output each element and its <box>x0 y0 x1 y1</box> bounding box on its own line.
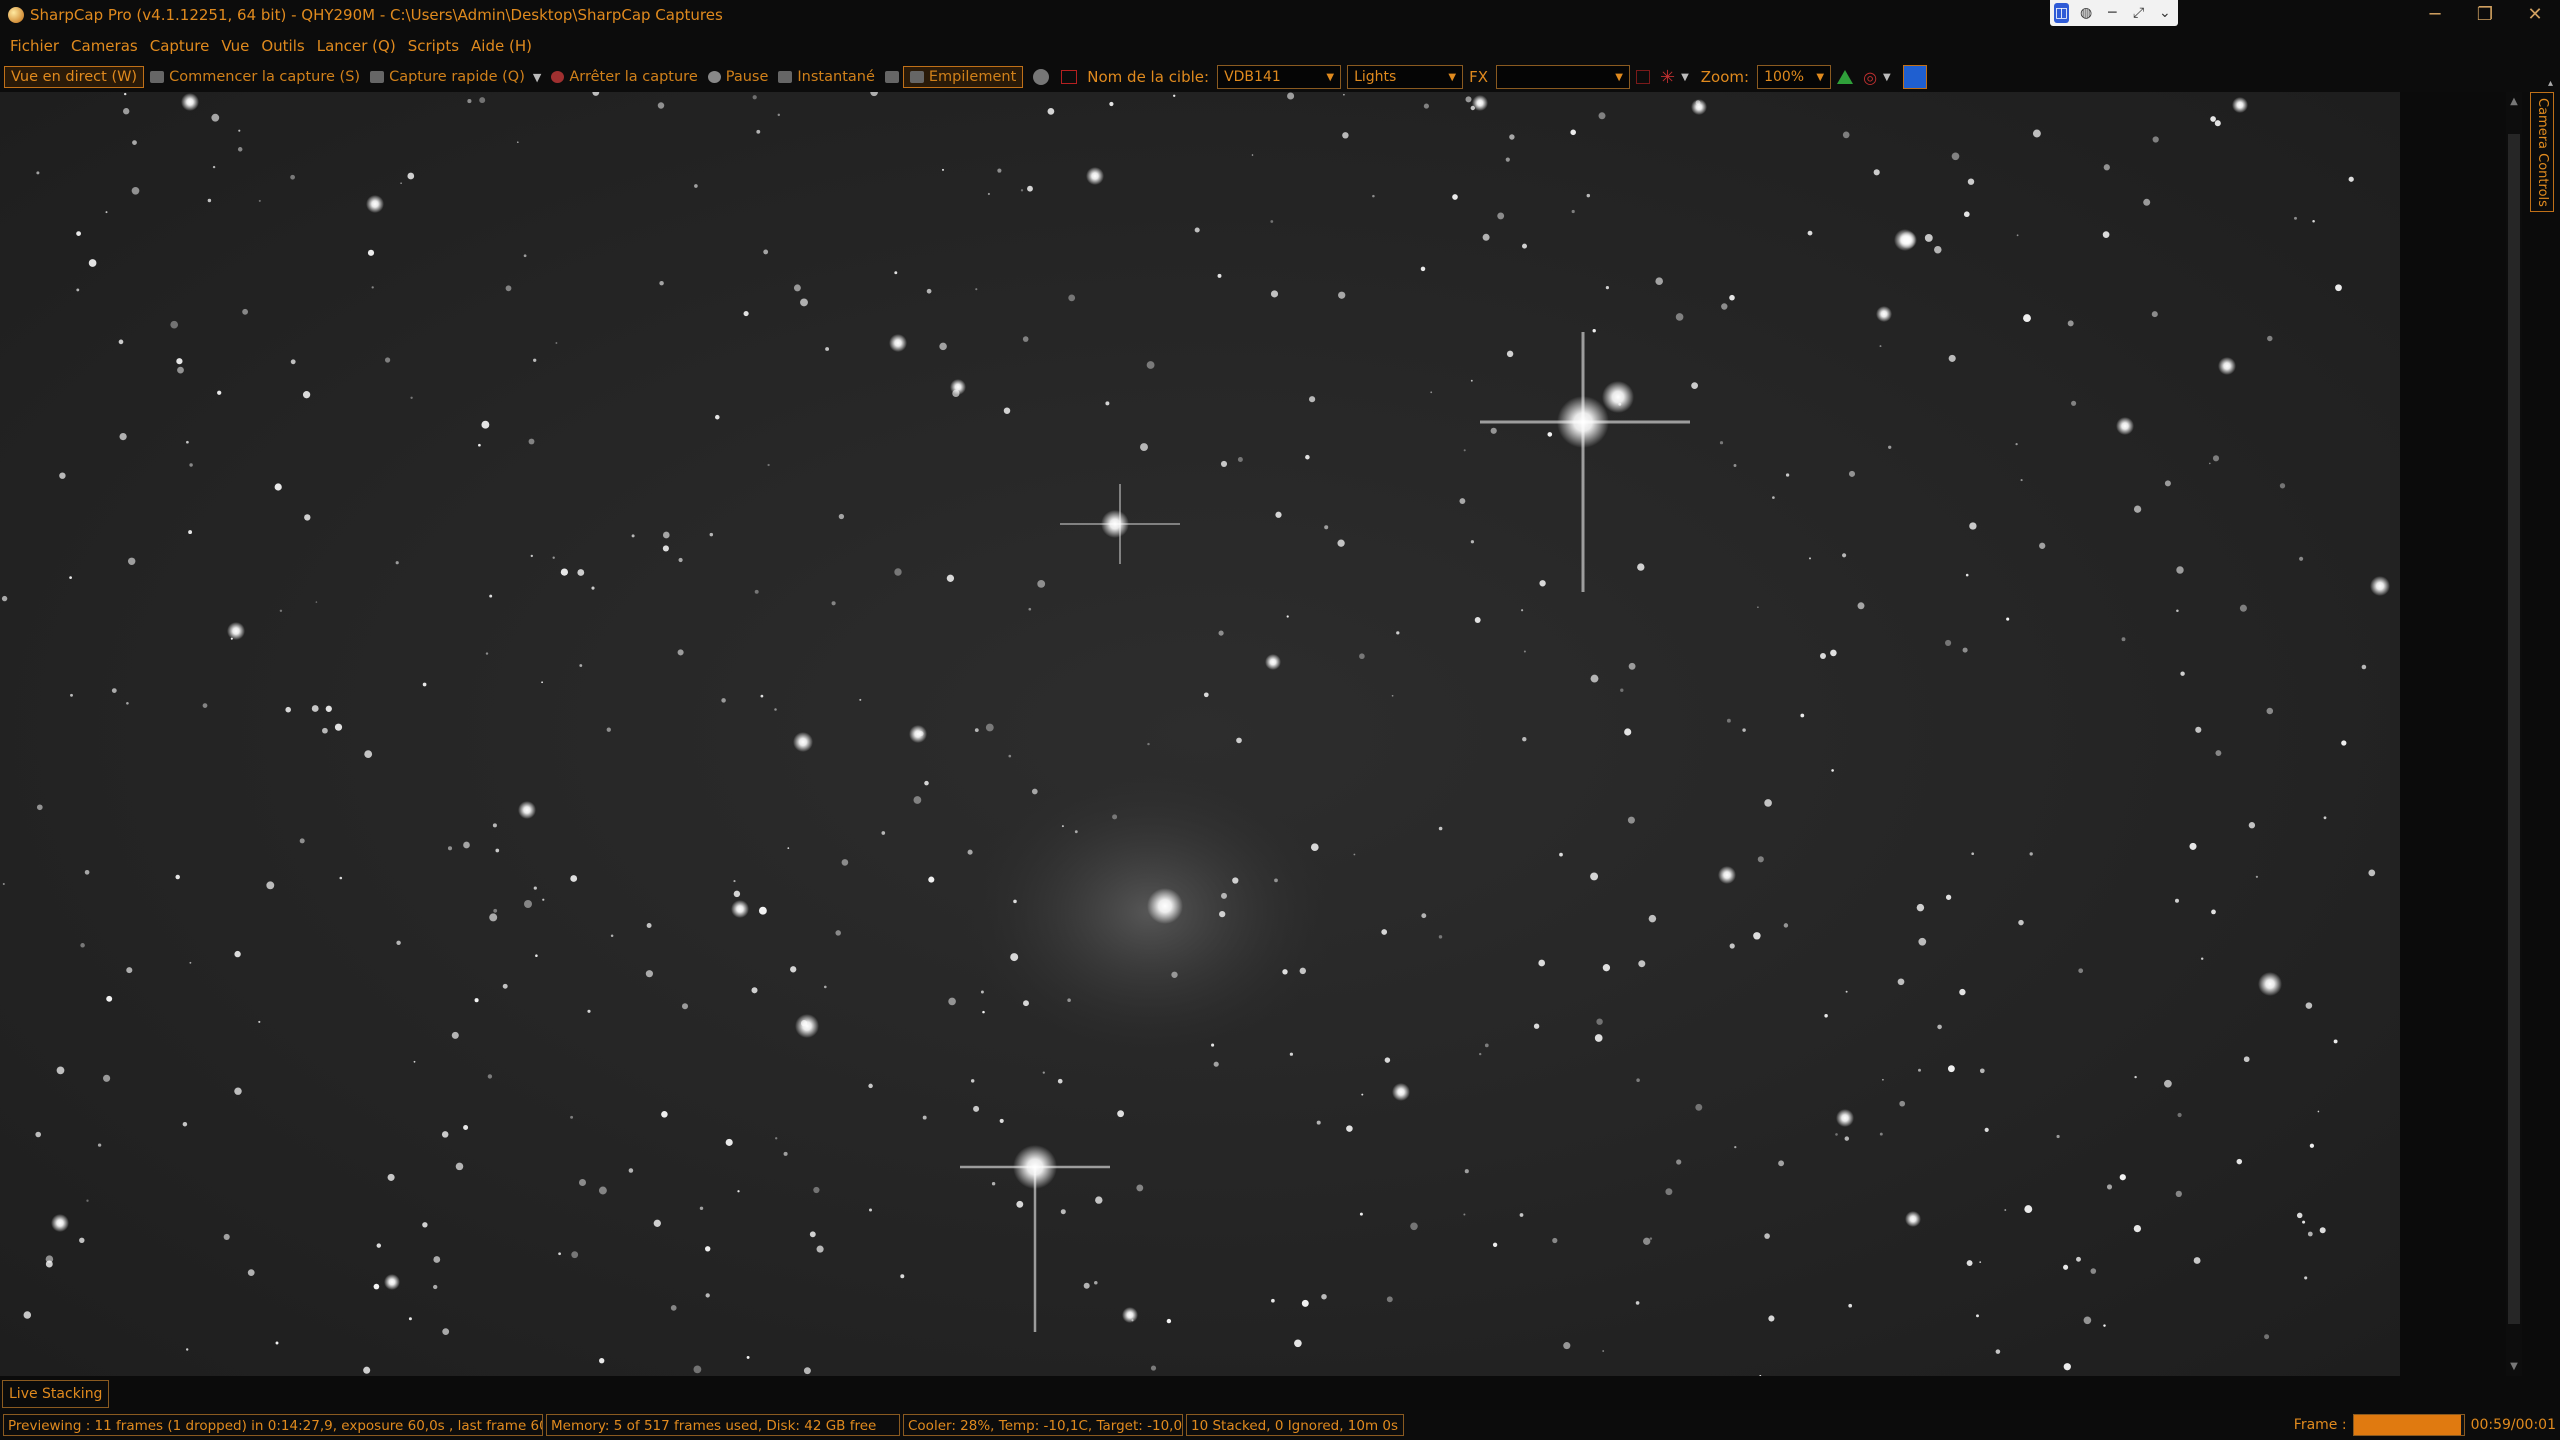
status-memory: Memory: 5 of 517 frames used, Disk: 42 G… <box>546 1414 900 1436</box>
target-icon[interactable]: ◎ <box>1863 68 1877 87</box>
reticle-red-icon[interactable] <box>1061 70 1078 84</box>
pause-button[interactable]: Pause <box>707 69 769 85</box>
start-capture-label: Commencer la capture (S) <box>169 69 361 85</box>
menu-outils[interactable]: Outils <box>261 37 304 55</box>
zoom-label: Zoom: <box>1700 68 1750 86</box>
title-bar: SharpCap Pro (v4.1.12251, 64 bit) - QHY2… <box>0 0 2560 30</box>
tray-chevron-down-icon[interactable]: ⌄ <box>2156 3 2174 23</box>
tray-expand-icon[interactable]: ⤢ <box>2129 3 2147 23</box>
sharpcap-logo-icon <box>8 7 24 23</box>
window-controls: ─ ❐ ✕ <box>2410 0 2560 30</box>
menu-fichier[interactable]: Fichier <box>10 37 59 55</box>
chevron-down-icon: ▼ <box>1326 71 1335 83</box>
vertical-scrollbar[interactable]: ▲ ▼ <box>2506 92 2522 1376</box>
toolbar: Vue en direct (W) Commencer la capture (… <box>0 62 2560 92</box>
snapshot-button[interactable]: Instantané <box>778 69 875 85</box>
chevron-down-icon: ▼ <box>1816 71 1825 83</box>
monitor-icon[interactable] <box>884 71 899 83</box>
live-view-button[interactable]: Vue en direct (W) <box>4 66 145 88</box>
selection-rect-icon[interactable] <box>1635 70 1650 84</box>
crosshair-icon[interactable]: ✳ <box>1660 67 1675 88</box>
live-stacking-tab[interactable]: Live Stacking <box>2 1380 110 1408</box>
stacking-button[interactable]: Empilement <box>902 66 1024 88</box>
circle-icon[interactable] <box>1033 69 1050 85</box>
stacking-label: Empilement <box>928 69 1017 85</box>
start-capture-button[interactable]: Commencer la capture (S) <box>150 69 360 85</box>
stop-capture-button[interactable]: Arrêter la capture <box>551 69 698 85</box>
tray-minimize-icon[interactable]: ─ <box>2103 3 2121 23</box>
frame-type-value: Lights <box>1354 69 1397 85</box>
fx-label: FX <box>1469 68 1488 86</box>
blue-tool-icon[interactable] <box>1902 65 1927 89</box>
chevron-down-icon[interactable]: ▼ <box>533 71 541 84</box>
pin-icon[interactable]: ▴ <box>2548 78 2553 89</box>
tray-globe-icon[interactable]: ◍ <box>2077 3 2095 23</box>
chevron-down-icon: ▼ <box>1615 71 1623 83</box>
chevron-down-icon: ▼ <box>1448 71 1457 83</box>
snapshot-label: Instantané <box>797 69 875 85</box>
pause-label: Pause <box>725 69 769 85</box>
target-label: Nom de la cible: <box>1087 68 1210 86</box>
target-value: VDB141 <box>1224 69 1281 85</box>
image-viewport[interactable] <box>0 92 2400 1376</box>
stop-icon <box>551 71 565 83</box>
camera-controls-tab[interactable]: Camera Controls <box>2530 92 2554 212</box>
snapshot-icon <box>778 71 793 83</box>
stars <box>1 92 2390 1376</box>
scroll-down-icon[interactable]: ▼ <box>2506 1361 2522 1372</box>
monitor-glyph-icon <box>884 71 899 83</box>
frame-time: 00:59/00:01 <box>2470 1417 2556 1433</box>
frame-progress-bar <box>2352 1414 2465 1436</box>
frame-progress: Frame : 00:59/00:01 <box>2294 1414 2556 1436</box>
fx-select[interactable]: ▼ <box>1495 65 1630 89</box>
frame-type-select[interactable]: Lights ▼ <box>1347 65 1464 89</box>
close-button[interactable]: ✕ <box>2510 0 2560 30</box>
quick-capture-label: Capture rapide (Q) <box>389 69 525 85</box>
scrollbar-thumb[interactable] <box>2508 134 2520 1324</box>
menu-bar: Fichier Cameras Capture Vue Outils Lance… <box>0 30 2560 62</box>
star-field <box>1 92 2390 1376</box>
menu-scripts[interactable]: Scripts <box>408 37 459 55</box>
scroll-up-icon[interactable]: ▲ <box>2506 96 2522 107</box>
menu-aide[interactable]: Aide (H) <box>471 37 532 55</box>
window-title: SharpCap Pro (v4.1.12251, 64 bit) - QHY2… <box>30 6 723 24</box>
camera-icon <box>150 71 165 83</box>
histogram-icon[interactable] <box>1837 70 1854 84</box>
stop-capture-label: Arrêter la capture <box>569 69 698 85</box>
status-bar: Previewing : 11 frames (1 dropped) in 0:… <box>0 1410 2560 1440</box>
tray-app-icon[interactable]: ◫ <box>2054 3 2069 23</box>
chevron-down-icon[interactable]: ▼ <box>1883 72 1891 83</box>
pause-icon <box>707 71 721 83</box>
menu-lancer[interactable]: Lancer (Q) <box>317 37 396 55</box>
restore-button[interactable]: ❐ <box>2460 0 2510 30</box>
tray-widget: ◫ ◍ ─ ⤢ ⌄ <box>2050 0 2178 26</box>
quick-capture-button[interactable]: Capture rapide (Q) ▼ <box>370 69 541 85</box>
menu-capture[interactable]: Capture <box>150 37 210 55</box>
zoom-value: 100% <box>1764 69 1805 85</box>
status-cooler: Cooler: 28%, Temp: -10,1C, Target: -10,0… <box>903 1414 1183 1436</box>
status-preview: Previewing : 11 frames (1 dropped) in 0:… <box>3 1414 543 1436</box>
zoom-select[interactable]: 100% ▼ <box>1757 65 1832 89</box>
minimize-button[interactable]: ─ <box>2410 0 2460 30</box>
menu-vue[interactable]: Vue <box>221 37 249 55</box>
chevron-down-icon[interactable]: ▼ <box>1681 72 1689 83</box>
target-select[interactable]: VDB141 ▼ <box>1217 65 1342 89</box>
status-stack: 10 Stacked, 0 Ignored, 10m 0s <box>1186 1414 1404 1436</box>
menu-cameras[interactable]: Cameras <box>71 37 138 55</box>
frame-label: Frame : <box>2293 1417 2347 1433</box>
stack-icon <box>909 71 924 83</box>
camera-icon <box>370 71 385 83</box>
frame-progress-fill <box>2353 1415 2462 1435</box>
